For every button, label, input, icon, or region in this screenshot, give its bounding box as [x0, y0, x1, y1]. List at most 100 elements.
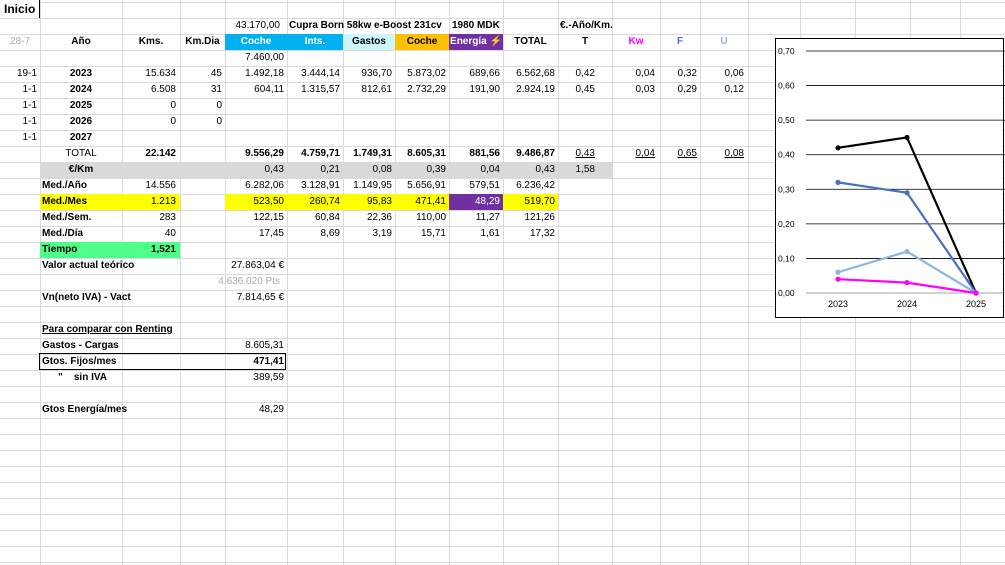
year-cell-total[interactable]: 6.562,68	[503, 66, 555, 82]
total-kw[interactable]: 0,04	[612, 146, 655, 162]
unit-label-cell[interactable]: €.-Año/Km.	[560, 18, 640, 34]
year-cell-date[interactable]: 1-1	[0, 82, 37, 98]
med-sem-energia[interactable]: 11,27	[449, 210, 500, 226]
year-cell-kms[interactable]: 0	[122, 114, 176, 130]
year-cell-year[interactable]: 2027	[40, 130, 122, 146]
year-cell-t[interactable]	[558, 98, 595, 114]
kms-header[interactable]: Kms.	[122, 34, 180, 50]
med-mes-ints[interactable]: 260,74	[287, 194, 340, 210]
total-energia[interactable]: 881,56	[449, 146, 500, 162]
gastos-header[interactable]: Gastos	[343, 34, 395, 50]
year-cell-ints[interactable]	[287, 130, 340, 146]
year-cell-f[interactable]: 0,29	[660, 82, 697, 98]
year-header[interactable]: Año	[40, 34, 122, 50]
valor-actual-pts[interactable]: 4.636.020 Pts	[180, 274, 280, 290]
med-sem-coche2[interactable]: 110,00	[395, 210, 446, 226]
gastos-cargas-value[interactable]: 8.605,31	[225, 338, 284, 354]
eurkm-t[interactable]: 1,58	[558, 162, 595, 178]
med-dia-gastos[interactable]: 3,19	[343, 226, 392, 242]
coche2-header[interactable]: Coche	[395, 34, 449, 50]
year-cell-t[interactable]	[558, 130, 595, 146]
med-dia-label[interactable]: Med./Día	[42, 226, 122, 242]
med-dia-kms[interactable]: 40	[122, 226, 176, 242]
med-ano-coche2[interactable]: 5.656,91	[395, 178, 446, 194]
sin-iva-label[interactable]: " sin IVA	[58, 370, 198, 386]
year-cell-coche2[interactable]: 5.873,02	[395, 66, 446, 82]
year-cell-u[interactable]: 0,06	[700, 66, 744, 82]
kw-header[interactable]: Kw	[612, 34, 660, 50]
year-cell-kmdia[interactable]	[180, 130, 222, 146]
valor-actual-label[interactable]: Valor actual teórico	[42, 258, 222, 274]
year-cell-energia[interactable]: 191,90	[449, 82, 500, 98]
med-dia-ints[interactable]: 8,69	[287, 226, 340, 242]
eurkm-gastos[interactable]: 0,08	[343, 162, 392, 178]
med-ano-energia[interactable]: 579,51	[449, 178, 500, 194]
total-ints[interactable]: 4.759,71	[287, 146, 340, 162]
med-dia-coche[interactable]: 17,45	[225, 226, 284, 242]
renting-title[interactable]: Para comparar con Renting	[42, 322, 222, 338]
year-cell-u[interactable]	[700, 98, 744, 114]
year-cell-ints[interactable]: 1.315,57	[287, 82, 340, 98]
med-mes-kms[interactable]: 1.213	[122, 194, 176, 210]
tiempo-label[interactable]: Tiempo	[42, 242, 122, 258]
t-header[interactable]: T	[558, 34, 612, 50]
year-cell-kms[interactable]: 15.634	[122, 66, 176, 82]
price-cell[interactable]: 43.170,00	[225, 18, 281, 34]
year-cell-year[interactable]: 2024	[40, 82, 122, 98]
eurkm-ints[interactable]: 0,21	[287, 162, 340, 178]
year-cell-kms[interactable]: 6.508	[122, 82, 176, 98]
year-cell-f[interactable]	[660, 114, 697, 130]
year-cell-energia[interactable]	[449, 130, 500, 146]
initial-value-cell[interactable]: 7.460,00	[225, 50, 284, 66]
med-ano-ints[interactable]: 3.128,91	[287, 178, 340, 194]
total-gastos[interactable]: 1.749,31	[343, 146, 392, 162]
u-header[interactable]: U	[700, 34, 748, 50]
med-ano-coche[interactable]: 6.282,06	[225, 178, 284, 194]
year-cell-f[interactable]	[660, 98, 697, 114]
year-cell-coche[interactable]	[225, 114, 284, 130]
gastos-cargas-label[interactable]: Gastos - Cargas	[42, 338, 202, 354]
year-cell-year[interactable]: 2025	[40, 98, 122, 114]
total-kms[interactable]: 22.142	[122, 146, 176, 162]
year-cell-gastos[interactable]	[343, 98, 392, 114]
med-sem-coche[interactable]: 122,15	[225, 210, 284, 226]
med-ano-total[interactable]: 6.236,42	[503, 178, 555, 194]
kmdia-header[interactable]: Km.Dia	[180, 34, 225, 50]
year-cell-kw[interactable]: 0,04	[612, 66, 655, 82]
year-cell-kms[interactable]: 0	[122, 98, 176, 114]
year-cell-energia[interactable]: 689,66	[449, 66, 500, 82]
year-cell-ints[interactable]	[287, 114, 340, 130]
year-cell-f[interactable]: 0,32	[660, 66, 697, 82]
year-cell-kw[interactable]: 0,03	[612, 82, 655, 98]
f-header[interactable]: F	[660, 34, 700, 50]
med-sem-kms[interactable]: 283	[122, 210, 176, 226]
year-cell-ints[interactable]: 3.444,14	[287, 66, 340, 82]
year-cell-coche2[interactable]	[395, 130, 446, 146]
year-cell-gastos[interactable]: 936,70	[343, 66, 392, 82]
fijos-label[interactable]: Gtos. Fijos/mes	[42, 354, 202, 370]
year-cell-gastos[interactable]	[343, 130, 392, 146]
year-cell-kmdia[interactable]: 31	[180, 82, 222, 98]
eurkm-energia[interactable]: 0,04	[449, 162, 500, 178]
year-cell-coche[interactable]: 1.492,18	[225, 66, 284, 82]
sin-iva-value[interactable]: 389,59	[225, 370, 284, 386]
year-cell-kmdia[interactable]: 0	[180, 98, 222, 114]
year-cell-total[interactable]	[503, 130, 555, 146]
year-cell-t[interactable]: 0,42	[558, 66, 595, 82]
year-cell-coche[interactable]	[225, 98, 284, 114]
ints-header[interactable]: Ints.	[287, 34, 343, 50]
year-cell-kw[interactable]	[612, 130, 655, 146]
med-mes-gastos[interactable]: 95,83	[343, 194, 392, 210]
year-cell-f[interactable]	[660, 130, 697, 146]
total-t[interactable]: 0,43	[558, 146, 595, 162]
year-cell-gastos[interactable]	[343, 114, 392, 130]
med-mes-coche[interactable]: 523,50	[225, 194, 284, 210]
year-cell-kw[interactable]	[612, 98, 655, 114]
vn-neto-label[interactable]: Vn(neto IVA) - Vact	[42, 290, 222, 306]
year-cell-gastos[interactable]: 812,61	[343, 82, 392, 98]
year-cell-kmdia[interactable]: 45	[180, 66, 222, 82]
date-header[interactable]: 28-7	[0, 34, 30, 50]
model-cell[interactable]: Cupra Born 58kw e-Boost 231cv	[289, 18, 449, 34]
year-cell-coche2[interactable]: 2.732,29	[395, 82, 446, 98]
inicio-cell[interactable]: Inicio	[0, 0, 41, 18]
